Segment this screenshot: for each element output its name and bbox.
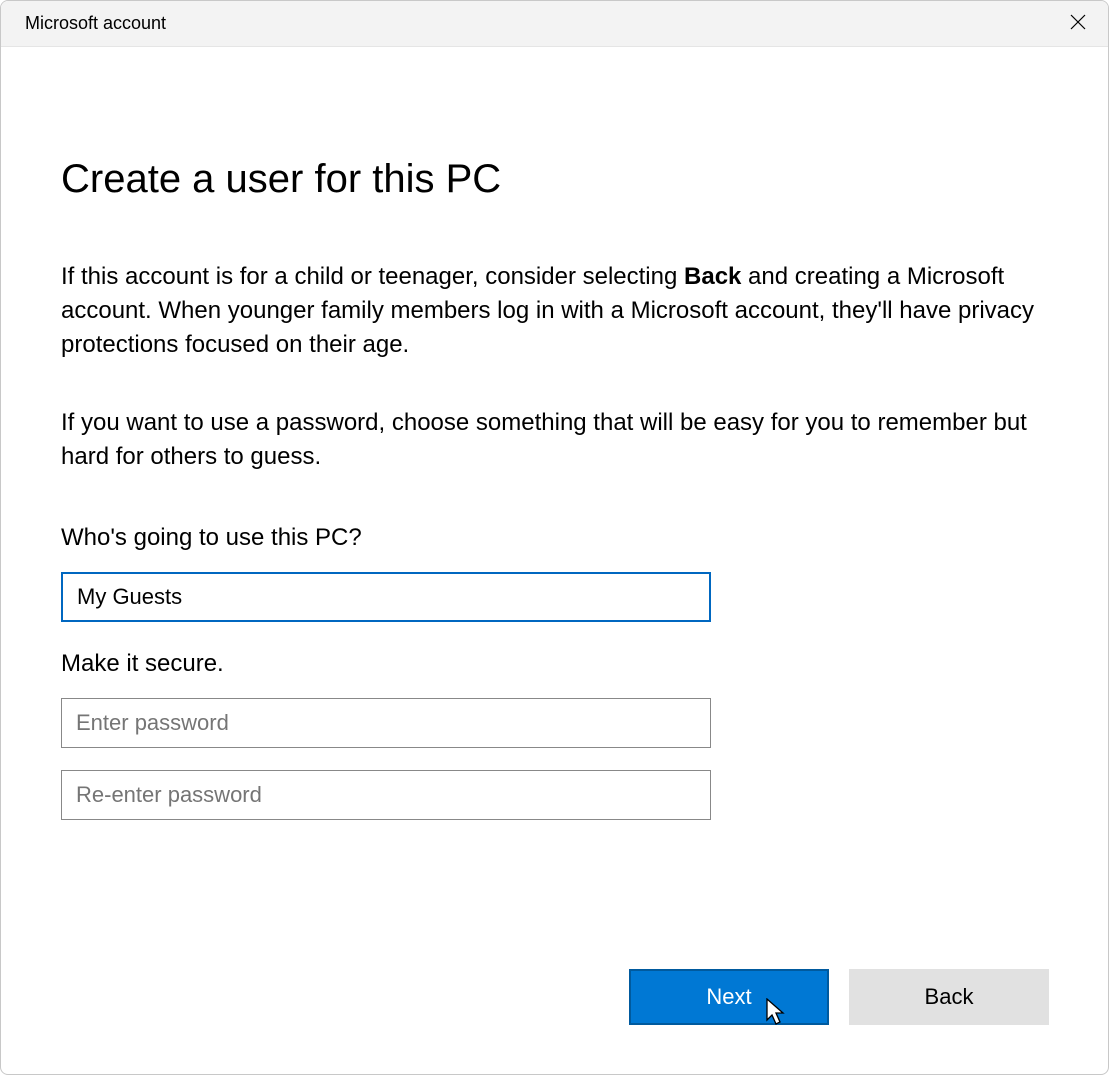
content-area: Create a user for this PC If this accoun…	[1, 47, 1108, 1074]
close-button[interactable]	[1048, 1, 1108, 47]
username-label: Who's going to use this PC?	[61, 524, 1048, 552]
button-row: Next Back	[629, 969, 1049, 1025]
page-heading: Create a user for this PC	[61, 157, 1048, 202]
password-section-label: Make it secure.	[61, 650, 1048, 678]
username-input[interactable]	[61, 572, 711, 622]
close-icon	[1070, 14, 1086, 33]
description-paragraph-2: If you want to use a password, choose so…	[61, 406, 1041, 474]
desc1-bold: Back	[684, 263, 741, 290]
password-confirm-input[interactable]	[61, 770, 711, 820]
titlebar: Microsoft account	[1, 1, 1108, 47]
back-button[interactable]: Back	[849, 969, 1049, 1025]
description-paragraph-1: If this account is for a child or teenag…	[61, 260, 1041, 362]
dialog-window: Microsoft account Create a user for this…	[0, 0, 1109, 1075]
password-input[interactable]	[61, 698, 711, 748]
window-title: Microsoft account	[25, 13, 166, 34]
desc1-pre: If this account is for a child or teenag…	[61, 263, 684, 290]
next-button[interactable]: Next	[629, 969, 829, 1025]
